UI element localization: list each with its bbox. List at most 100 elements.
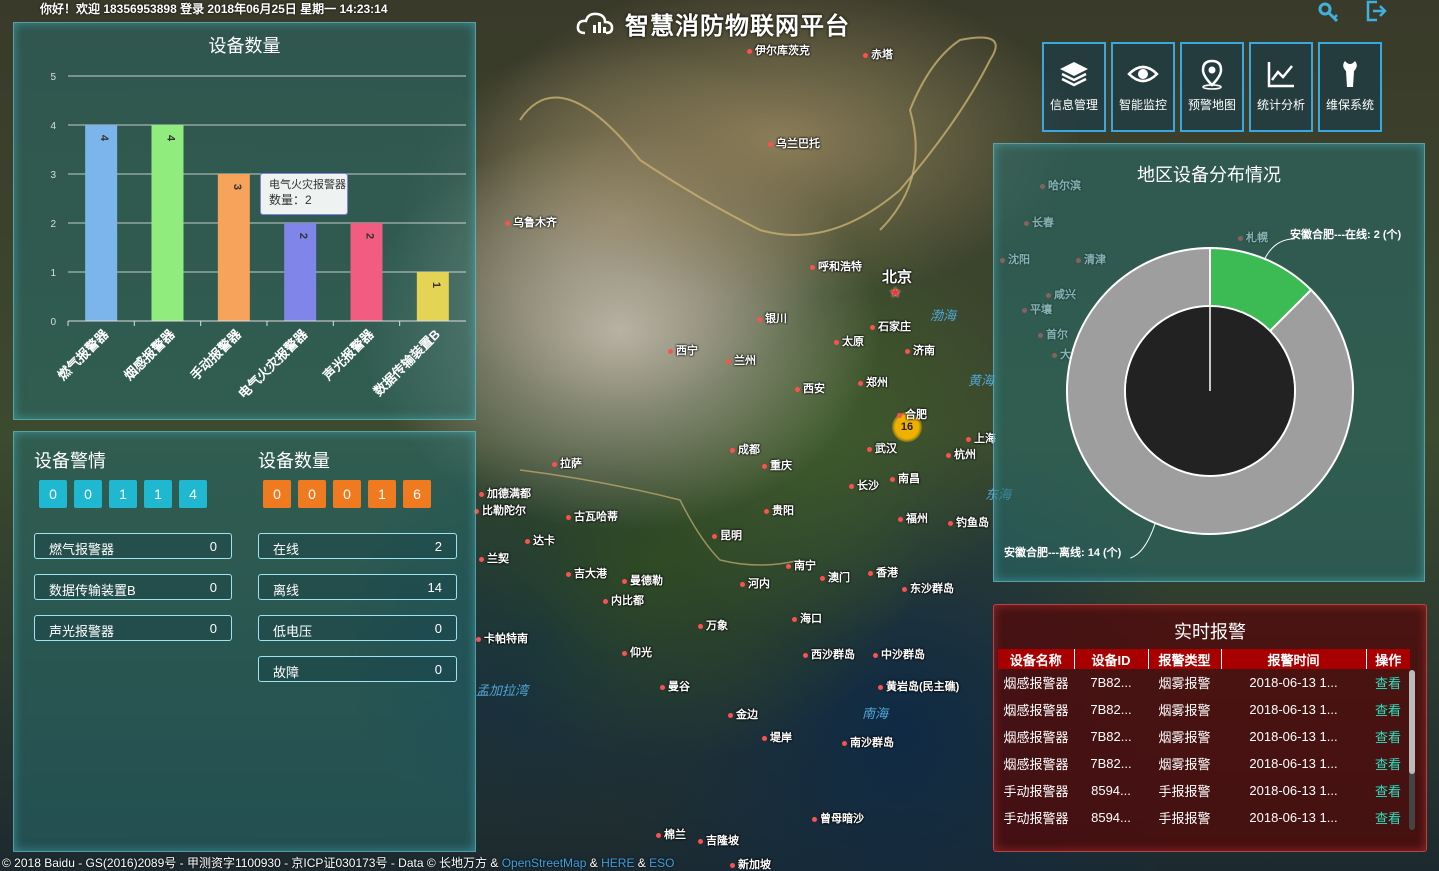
map-city-label: 钓鱼岛: [948, 514, 989, 530]
line-chart-icon: [1267, 62, 1294, 88]
nav-button-maintenance[interactable]: 维保系统: [1318, 42, 1382, 132]
map-attribution: © 2018 Baidu - GS(2016)2089号 - 甲测资字11009…: [2, 854, 675, 871]
alarm-type-cell: 烟雾报警: [1158, 730, 1211, 745]
city-name: 重庆: [770, 460, 792, 472]
attribution-link[interactable]: ESO: [649, 856, 674, 870]
map-city-label: 伊尔库茨克: [747, 42, 810, 58]
city-dot-icon: [476, 637, 481, 642]
city-dot-icon: [768, 142, 773, 147]
key-icon[interactable]: [1318, 2, 1340, 22]
row-value: 2: [434, 539, 442, 554]
nav-button-statistics[interactable]: 统计分析: [1249, 42, 1313, 132]
city-dot-icon: [946, 453, 951, 458]
city-name: 加德满都: [487, 488, 531, 500]
alert-row-data-transfer[interactable]: 数据传输装置B 0: [34, 574, 232, 600]
alert-digit: 0: [74, 480, 102, 508]
status-digit: 0: [298, 480, 326, 508]
column-header: 报警时间: [1221, 649, 1367, 669]
view-link[interactable]: 查看: [1366, 750, 1410, 777]
bar[interactable]: [217, 174, 250, 321]
bar-value-label: 2: [364, 233, 376, 239]
city-name: 吉隆坡: [706, 835, 739, 847]
map-city-label: 银川: [757, 310, 787, 326]
alarm-time-cell: 2018-06-13 1...: [1249, 783, 1338, 798]
city-dot-icon: [525, 539, 530, 544]
city-name: 呼和浩特: [818, 261, 862, 273]
city-name: 达卡: [533, 535, 555, 547]
map-city-label: 贵阳: [764, 502, 794, 518]
alarm-table: 设备名称 设备ID 报警类型 报警时间 操作 烟感报警器 7B82... 烟雾报…: [998, 649, 1410, 831]
nav-button-warning-map[interactable]: 预警地图: [1180, 42, 1244, 132]
status-row-online[interactable]: 在线 2: [258, 533, 457, 559]
bar-value-label: 4: [165, 135, 177, 142]
alert-row-sound-light[interactable]: 声光报警器 0: [34, 615, 232, 641]
attribution-link[interactable]: HERE: [601, 856, 634, 870]
slice-label: 安徽合肥---离线: 14 (个): [1004, 545, 1122, 559]
attribution-link[interactable]: OpenStreetMap: [502, 856, 587, 870]
city-dot-icon: [479, 557, 484, 562]
alert-row-gas[interactable]: 燃气报警器 0: [34, 533, 232, 559]
status-row-fault[interactable]: 故障 0: [258, 656, 457, 682]
map-city-label: 棉兰: [656, 826, 686, 842]
city-name: 杭州: [954, 449, 976, 461]
view-link[interactable]: 查看: [1366, 777, 1410, 804]
nav-button-info-management[interactable]: 信息管理: [1042, 42, 1106, 132]
view-link[interactable]: 查看: [1366, 804, 1410, 831]
map-city-label: 兰州: [726, 352, 756, 368]
status-digit: 6: [403, 480, 431, 508]
map-city-label: 拉萨: [552, 455, 582, 471]
status-digit: 1: [368, 480, 396, 508]
city-name: 新加坡: [738, 859, 771, 871]
bar[interactable]: [151, 125, 184, 321]
map-city-label: 西宁: [668, 342, 698, 358]
alarm-scrollbar[interactable]: [1409, 670, 1415, 830]
map-city-label: 香港: [868, 564, 898, 580]
map-city-label: 万象: [698, 617, 728, 633]
city-dot-icon: [762, 464, 767, 469]
city-name: 赤塔: [871, 49, 893, 61]
city-dot-icon: [890, 477, 895, 482]
map-city-label: 西沙群岛: [803, 646, 855, 662]
bar[interactable]: [416, 272, 449, 321]
view-link[interactable]: 查看: [1366, 696, 1410, 723]
wrench-icon: [1343, 61, 1357, 87]
city-name: 曼谷: [668, 681, 690, 693]
city-dot-icon: [698, 624, 703, 629]
alarm-type-cell: 手报报警: [1158, 784, 1211, 799]
nav-button-smart-monitor[interactable]: 智能监控: [1111, 42, 1175, 132]
column-header: 设备名称: [998, 649, 1075, 669]
map-city-label: 上海: [966, 430, 996, 446]
map-city-label: 内比都: [603, 592, 644, 608]
row-value: 0: [434, 621, 442, 636]
alarm-time-cell: 2018-06-13 1...: [1249, 675, 1338, 690]
city-name: 堤岸: [770, 732, 792, 744]
status-digit: 0: [263, 480, 291, 508]
map-city-label: 曼德勒: [622, 572, 663, 588]
logout-icon[interactable]: [1365, 0, 1387, 22]
attribution-amp: &: [637, 856, 646, 870]
y-tick-label: 4: [50, 121, 56, 132]
bar[interactable]: [85, 125, 118, 321]
city-dot-icon: [668, 349, 673, 354]
view-link[interactable]: 查看: [1366, 669, 1410, 696]
city-dot-icon: [786, 564, 791, 569]
city-name: 西沙群岛: [811, 649, 855, 661]
bar-value-label: 1: [430, 282, 442, 288]
map-city-label: 河内: [740, 575, 770, 591]
city-name: 仰光: [630, 647, 652, 659]
device-name-cell: 手动报警器: [1003, 784, 1069, 799]
scrollbar-thumb[interactable]: [1409, 670, 1415, 774]
status-row-low-voltage[interactable]: 低电压 0: [258, 615, 457, 641]
status-row-offline[interactable]: 离线 14: [258, 574, 457, 600]
panel-title: 实时报警: [1174, 622, 1246, 642]
view-link[interactable]: 查看: [1366, 723, 1410, 750]
city-name: 比勒陀尔: [482, 505, 526, 517]
map-city-label: 郑州: [858, 374, 888, 390]
row-label: 声光报警器: [49, 624, 115, 639]
alarm-type-cell: 烟雾报警: [1158, 676, 1211, 691]
city-name: 南昌: [898, 473, 920, 485]
nav-label: 智能监控: [1118, 98, 1167, 112]
city-dot-icon: [764, 509, 769, 514]
map-city-label: 南宁: [786, 557, 816, 573]
city-dot-icon: [505, 221, 510, 226]
